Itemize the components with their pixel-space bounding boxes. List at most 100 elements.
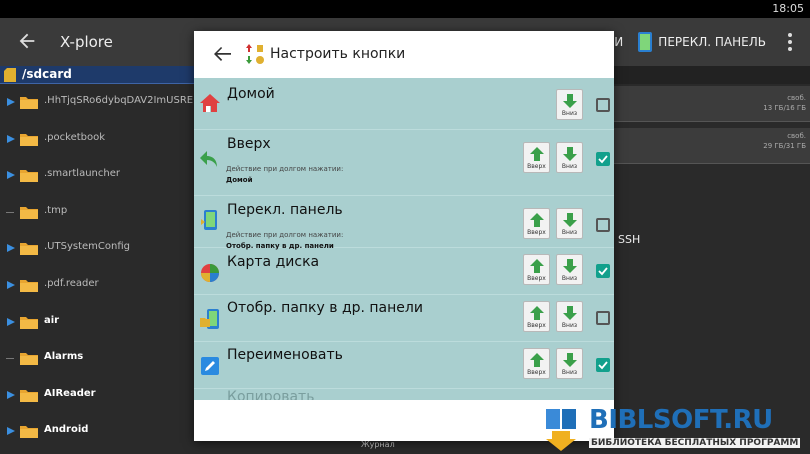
folder-name: .smartlauncher — [44, 168, 120, 180]
switch-panel-button[interactable]: ПЕРЕКЛ. ПАНЕЛЬ — [658, 35, 766, 49]
move-up-label: Вверх — [527, 369, 546, 376]
ssh-item-label[interactable]: SSH — [618, 233, 640, 246]
move-down-button[interactable]: Вниз — [556, 301, 583, 332]
move-up-button[interactable]: Вверх — [523, 301, 550, 332]
item-label: Вверх — [227, 136, 271, 152]
move-up-icon — [530, 259, 544, 273]
journal-label[interactable]: Журнал — [361, 440, 395, 449]
visibility-checkbox[interactable] — [596, 264, 610, 278]
expand-arrow-icon[interactable] — [6, 134, 16, 144]
buttons-list[interactable]: Переименовать Вверх Вниз Отобр. папку в др.… — [194, 78, 614, 400]
button-config-item[interactable]: Домой Вниз — [194, 78, 614, 130]
biblsoft-logo-icon — [546, 409, 576, 451]
dialog-back-icon[interactable] — [213, 46, 231, 62]
move-up-icon — [530, 213, 544, 227]
move-down-button[interactable]: Вниз — [556, 348, 583, 379]
expand-arrow-icon[interactable] — [6, 317, 16, 327]
rename-icon — [201, 357, 219, 375]
item-divider — [194, 294, 614, 295]
check-icon — [598, 155, 608, 164]
move-down-icon — [563, 353, 577, 367]
show-folder-other-panel-icon — [200, 309, 219, 329]
folder-icon — [20, 316, 38, 329]
folder-name: Android — [44, 424, 89, 436]
visibility-checkbox[interactable] — [596, 218, 610, 232]
status-bar: 18:05 — [0, 0, 810, 18]
storage-meta-label: своб. — [787, 94, 806, 102]
button-config-item[interactable]: Вверх Действие при долгом нажатии: Домой Вв… — [194, 130, 614, 196]
sdcard-icon — [4, 68, 16, 82]
item-label: Карта диска — [227, 254, 320, 270]
folder-icon — [20, 133, 38, 146]
clock: 18:05 — [772, 2, 804, 15]
long-press-caption: Действие при долгом нажатии: — [226, 165, 344, 173]
folder-icon — [20, 243, 38, 256]
button-config-item[interactable]: Карта диска Вверх Вниз — [194, 248, 614, 295]
move-down-label: Вниз — [561, 322, 578, 329]
more-menu-icon[interactable] — [780, 30, 800, 54]
move-up-button[interactable]: Вверх — [523, 208, 550, 239]
tree-line — [6, 211, 14, 213]
expand-arrow-icon[interactable] — [6, 280, 16, 290]
move-up-label: Вверх — [527, 275, 546, 282]
move-down-button[interactable]: Вниз — [556, 208, 583, 239]
storage-meta-size: 29 ГБ/31 ГБ — [763, 142, 806, 150]
move-down-label: Вниз — [561, 275, 578, 282]
expand-arrow-icon[interactable] — [6, 170, 16, 180]
storage-meta-label: своб. — [787, 132, 806, 140]
storage-item[interactable]: своб. 29 ГБ/31 ГБ — [613, 128, 810, 164]
move-up-label: Вверх — [527, 322, 546, 329]
expand-arrow-icon[interactable] — [6, 97, 16, 107]
expand-arrow-icon[interactable] — [6, 243, 16, 253]
move-up-button[interactable]: Вверх — [523, 254, 550, 285]
move-down-button[interactable]: Вниз — [556, 89, 583, 120]
folder-icon — [20, 389, 38, 402]
item-label: Отобр. папку в др. панели — [227, 300, 423, 316]
folder-icon — [20, 97, 38, 109]
folder-name: .pocketbook — [44, 131, 106, 143]
folder-name: air — [44, 314, 60, 326]
storage-item[interactable]: своб. 13 ГБ/16 ГБ — [613, 86, 810, 122]
current-path: /sdcard — [22, 67, 72, 81]
move-up-button[interactable]: Вверх — [523, 142, 550, 173]
move-down-icon — [563, 259, 577, 273]
visibility-checkbox[interactable] — [596, 358, 610, 372]
folder-icon — [20, 426, 38, 439]
disk-map-icon — [201, 264, 219, 282]
list-item-label-faded: Копировать — [227, 389, 315, 400]
expand-arrow-icon[interactable] — [6, 426, 16, 436]
back-arrow-icon[interactable] — [16, 30, 38, 52]
storage-meta-size: 13 ГБ/16 ГБ — [763, 104, 806, 112]
move-down-label: Вниз — [561, 369, 578, 376]
button-config-item[interactable]: Переименовать Вверх Вниз — [194, 342, 614, 389]
folder-name: .pdf.reader — [44, 278, 99, 289]
visibility-checkbox[interactable] — [596, 311, 610, 325]
dialog-header: Настроить кнопки — [194, 31, 614, 78]
move-up-icon — [530, 306, 544, 320]
visibility-checkbox[interactable] — [596, 152, 610, 166]
move-down-icon — [563, 213, 577, 227]
move-down-button[interactable]: Вниз — [556, 254, 583, 285]
button-config-item[interactable]: Отобр. папку в др. панели Вверх Вниз — [194, 295, 614, 342]
up-arrow-icon — [200, 151, 217, 167]
item-label: Переименовать — [227, 347, 343, 363]
move-down-button[interactable]: Вниз — [556, 142, 583, 173]
visibility-checkbox[interactable] — [596, 98, 610, 112]
expand-arrow-icon[interactable] — [6, 390, 16, 400]
watermark: BIBLSOFT.RU БИБЛИОТЕКА БЕСПЛАТНЫХ ПРОГРА… — [544, 405, 810, 454]
app-title: X-plore — [60, 33, 113, 51]
item-divider — [194, 195, 614, 196]
folder-icon — [20, 206, 38, 219]
switch-panel-icon — [638, 32, 653, 52]
long-press-value: Домой — [226, 176, 253, 184]
folder-name: .tmp — [44, 204, 68, 216]
button-config-item[interactable]: Перекл. панель Действие при долгом нажати… — [194, 196, 614, 250]
toolbar: АДКИ ПЕРЕКЛ. ПАНЕЛЬ — [588, 18, 810, 66]
configure-buttons-icon — [246, 44, 264, 64]
move-up-icon — [530, 147, 544, 161]
move-up-label: Вверх — [527, 229, 546, 236]
item-label: Домой — [227, 86, 275, 102]
check-icon — [598, 361, 608, 370]
watermark-tagline: БИБЛИОТЕКА БЕСПЛАТНЫХ ПРОГРАММ — [589, 438, 801, 448]
move-up-button[interactable]: Вверх — [523, 348, 550, 379]
